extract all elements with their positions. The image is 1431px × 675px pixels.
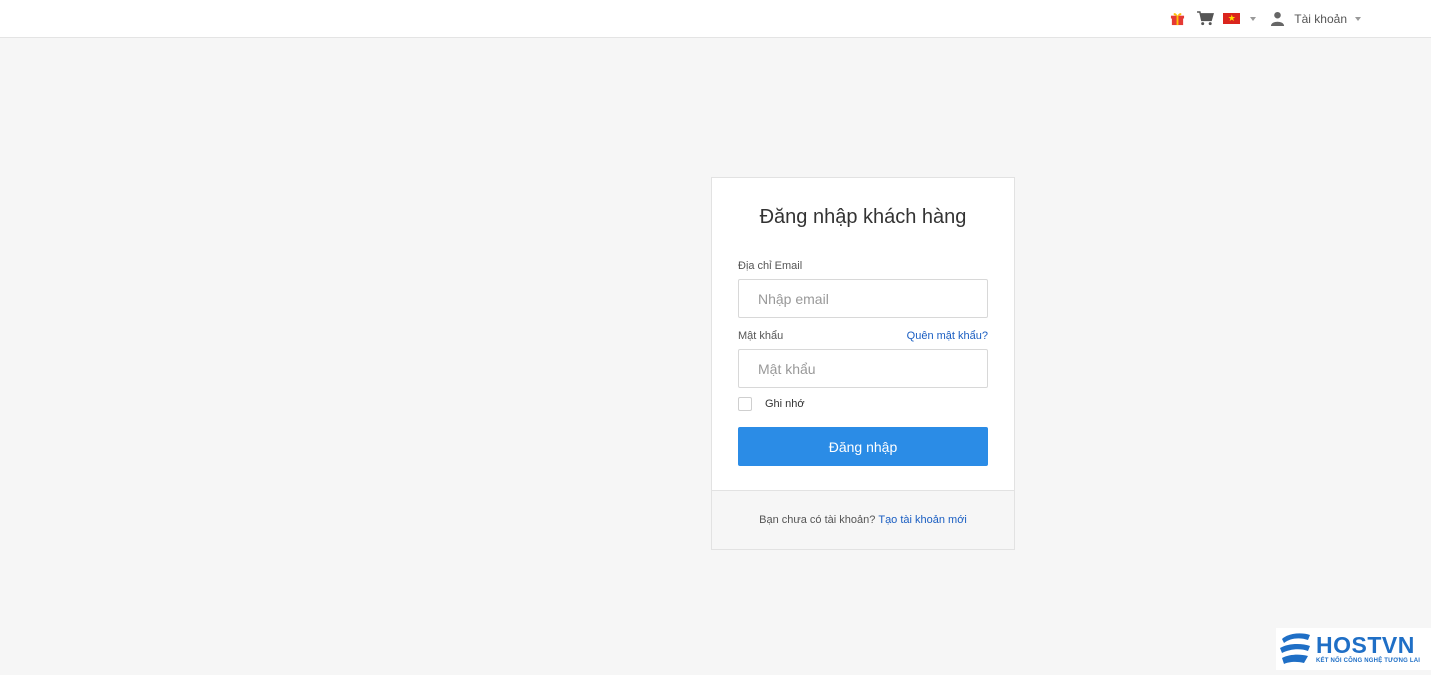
brand-tagline: KẾT NỐI CÔNG NGHỆ TƯƠNG LAI	[1316, 658, 1421, 664]
account-dropdown[interactable]: Tài khoản	[1270, 11, 1361, 26]
register-link[interactable]: Tạo tài khoản mới	[878, 514, 967, 526]
hostvn-logo-icon	[1280, 633, 1310, 664]
login-button[interactable]: Đăng nhập	[738, 427, 988, 466]
cart-button[interactable]	[1197, 11, 1215, 26]
register-footer: Bạn chưa có tài khoản? Tạo tài khoản mới	[712, 490, 1014, 549]
forgot-password-link[interactable]: Quên mật khẩu?	[907, 330, 988, 342]
account-label: Tài khoản	[1294, 11, 1347, 26]
remember-me-label: Ghi nhớ	[765, 398, 805, 410]
brand-name: HOSTVN	[1316, 632, 1415, 658]
no-account-text: Bạn chưa có tài khoản?	[759, 514, 876, 526]
vietnam-flag-icon: ★	[1223, 13, 1241, 24]
login-title: Đăng nhập khách hàng	[759, 206, 967, 228]
gift-icon	[1171, 13, 1185, 26]
email-input[interactable]	[738, 279, 988, 318]
remember-me-checkbox[interactable]: Ghi nhớ	[738, 397, 805, 411]
chevron-down-icon	[1250, 16, 1257, 21]
email-label: Địa chỉ Email	[738, 260, 803, 272]
user-icon	[1271, 11, 1285, 26]
chevron-down-icon	[1355, 16, 1361, 21]
password-label: Mật khẩu	[738, 330, 784, 342]
brand-text: HOSTVN KẾT NỐI CÔNG NGHỆ TƯƠNG LAI	[1316, 632, 1421, 665]
hostvn-logo: HOSTVN KẾT NỐI CÔNG NGHỆ TƯƠNG LAI	[1276, 628, 1431, 670]
promotions-button[interactable]	[1170, 11, 1185, 26]
cart-icon	[1197, 11, 1215, 26]
top-navbar: ★ Tài khoản	[0, 0, 1431, 38]
checkbox-box[interactable]	[738, 397, 752, 411]
password-input[interactable]	[738, 349, 988, 388]
language-dropdown[interactable]: ★	[1223, 13, 1257, 24]
login-card: Đăng nhập khách hàng Địa chỉ Email Mật k…	[711, 177, 1015, 550]
navbar-right: ★ Tài khoản	[1170, 0, 1361, 37]
